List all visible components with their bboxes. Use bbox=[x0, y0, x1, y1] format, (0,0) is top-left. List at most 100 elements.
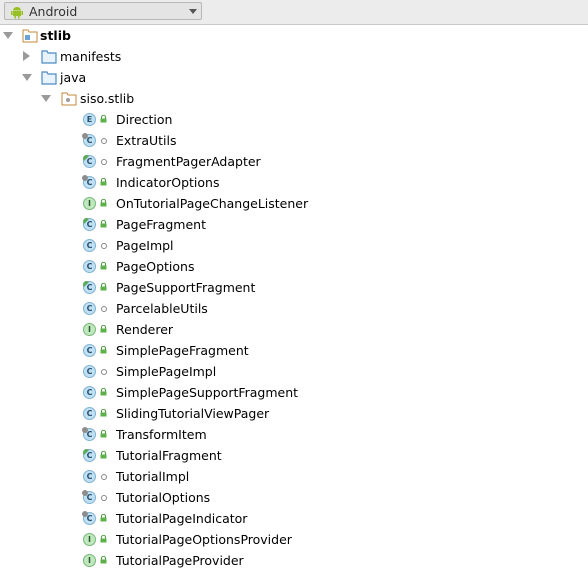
tree-node-class[interactable]: C ParcelableUtils bbox=[0, 298, 588, 319]
tree-node-label: SimplePageFragment bbox=[116, 343, 249, 358]
tree-node-class[interactable]: C TutorialOptions bbox=[0, 487, 588, 508]
tree-node-label: SlidingTutorialViewPager bbox=[116, 406, 270, 421]
tree-node-class[interactable]: I OnTutorialPageChangeListener bbox=[0, 193, 588, 214]
expand-toggle-icon[interactable] bbox=[23, 51, 30, 61]
class-icon: C bbox=[83, 260, 96, 273]
module-folder-icon bbox=[22, 29, 38, 43]
class-icon: C bbox=[82, 175, 96, 189]
lock-icon bbox=[100, 514, 107, 522]
lock-icon bbox=[100, 220, 107, 228]
tree-node-java[interactable]: java bbox=[0, 67, 588, 88]
tree-node-class[interactable]: C IndicatorOptions bbox=[0, 172, 588, 193]
class-icon: C bbox=[83, 218, 96, 231]
tree-node-label: TutorialImpl bbox=[116, 469, 190, 484]
tree-node-class[interactable]: C PageSupportFragment bbox=[0, 277, 588, 298]
tree-node-class[interactable]: C TransformItem bbox=[0, 424, 588, 445]
tree-node-label: manifests bbox=[60, 49, 122, 64]
lock-icon bbox=[100, 199, 107, 207]
tree-node-class[interactable]: C SlidingTutorialViewPager bbox=[0, 403, 588, 424]
tree-node-label: TutorialFragment bbox=[116, 448, 222, 463]
class-icon: C bbox=[83, 239, 96, 252]
enum-icon: E bbox=[83, 113, 96, 126]
interface-icon: I bbox=[83, 554, 96, 567]
package-private-icon bbox=[101, 138, 107, 144]
tree-node-class[interactable]: C TutorialImpl bbox=[0, 466, 588, 487]
tree-node-label: TransformItem bbox=[116, 427, 207, 442]
tree-node-class[interactable]: C SimplePageSupportFragment bbox=[0, 382, 588, 403]
lock-icon bbox=[100, 115, 107, 123]
tree-node-class[interactable]: C SimplePageImpl bbox=[0, 361, 588, 382]
tree-node-label: PageOptions bbox=[116, 259, 195, 274]
tree-node-label: TutorialPageIndicator bbox=[116, 511, 248, 526]
tree-node-package[interactable]: siso.stlib bbox=[0, 88, 588, 109]
tree-node-label: TutorialPageOptionsProvider bbox=[116, 532, 292, 547]
tree-node-label: Direction bbox=[116, 112, 173, 127]
tree-node-class[interactable]: I Renderer bbox=[0, 319, 588, 340]
tree-node-class[interactable]: C PageFragment bbox=[0, 214, 588, 235]
tree-node-class[interactable]: E Direction bbox=[0, 109, 588, 130]
tree-node-class[interactable]: I TutorialPageOptionsProvider bbox=[0, 529, 588, 550]
tree-node-class[interactable]: C TutorialFragment bbox=[0, 445, 588, 466]
expand-toggle-icon[interactable] bbox=[22, 74, 32, 81]
tree-node-class[interactable]: C TutorialPageIndicator bbox=[0, 508, 588, 529]
tree-node-class[interactable]: C FragmentPagerAdapter bbox=[0, 151, 588, 172]
tree-node-class[interactable]: C ExtraUtils bbox=[0, 130, 588, 151]
lock-icon bbox=[100, 283, 107, 291]
lock-icon bbox=[100, 535, 107, 543]
class-icon: C bbox=[83, 281, 96, 294]
tree-node-class[interactable]: C PageOptions bbox=[0, 256, 588, 277]
view-selector-label: Android bbox=[29, 4, 78, 19]
chevron-down-icon[interactable] bbox=[189, 9, 197, 14]
lock-icon bbox=[100, 430, 107, 438]
package-private-icon bbox=[101, 474, 107, 480]
tree-node-label: java bbox=[60, 70, 87, 85]
tree-node-label: PageFragment bbox=[116, 217, 206, 232]
lock-icon bbox=[100, 451, 107, 459]
tree-node-label: SimplePageImpl bbox=[116, 364, 217, 379]
tree-node-label: stlib bbox=[40, 28, 71, 43]
class-icon: C bbox=[82, 133, 96, 147]
class-icon: C bbox=[82, 490, 96, 504]
class-icon: C bbox=[82, 511, 96, 525]
expand-toggle-icon[interactable] bbox=[3, 32, 13, 39]
tree-node-label: IndicatorOptions bbox=[116, 175, 220, 190]
tree-node-label: TutorialPageProvider bbox=[116, 553, 244, 568]
tree-node-label: OnTutorialPageChangeListener bbox=[116, 196, 309, 211]
package-icon bbox=[61, 92, 77, 106]
tree-node-label: SimplePageSupportFragment bbox=[116, 385, 299, 400]
android-icon bbox=[11, 7, 23, 19]
class-icon: C bbox=[83, 470, 96, 483]
lock-icon bbox=[100, 409, 107, 417]
lock-icon bbox=[100, 178, 107, 186]
lock-icon bbox=[100, 262, 107, 270]
class-icon: C bbox=[83, 365, 96, 378]
tree-node-label: PageImpl bbox=[116, 238, 174, 253]
interface-icon: I bbox=[83, 197, 96, 210]
tree-node-label: PageSupportFragment bbox=[116, 280, 256, 295]
package-private-icon bbox=[101, 369, 107, 375]
expand-toggle-icon[interactable] bbox=[41, 95, 51, 102]
tree-node-class[interactable]: I TutorialPageProvider bbox=[0, 550, 588, 571]
interface-icon: I bbox=[83, 323, 96, 336]
tree-node-label: TutorialOptions bbox=[116, 490, 211, 505]
package-private-icon bbox=[101, 306, 107, 312]
lock-icon bbox=[100, 346, 107, 354]
project-view-selector[interactable]: Android bbox=[4, 2, 202, 20]
tree-node-label: ExtraUtils bbox=[116, 133, 177, 148]
package-private-icon bbox=[101, 159, 107, 165]
tree-node-manifests[interactable]: manifests bbox=[0, 46, 588, 67]
package-private-icon bbox=[101, 243, 107, 249]
tree-node-label: Renderer bbox=[116, 322, 174, 337]
interface-icon: I bbox=[83, 533, 96, 546]
class-icon: C bbox=[83, 344, 96, 357]
class-icon: C bbox=[83, 407, 96, 420]
lock-icon bbox=[100, 556, 107, 564]
tree-node-class[interactable]: C SimplePageFragment bbox=[0, 340, 588, 361]
tree-node-label: FragmentPagerAdapter bbox=[116, 154, 261, 169]
folder-icon bbox=[41, 71, 57, 85]
tree-node-class[interactable]: C PageImpl bbox=[0, 235, 588, 256]
class-icon: C bbox=[83, 155, 96, 168]
tree-node-root[interactable]: stlib bbox=[0, 25, 588, 46]
folder-icon bbox=[41, 50, 57, 64]
class-icon: C bbox=[82, 427, 96, 441]
